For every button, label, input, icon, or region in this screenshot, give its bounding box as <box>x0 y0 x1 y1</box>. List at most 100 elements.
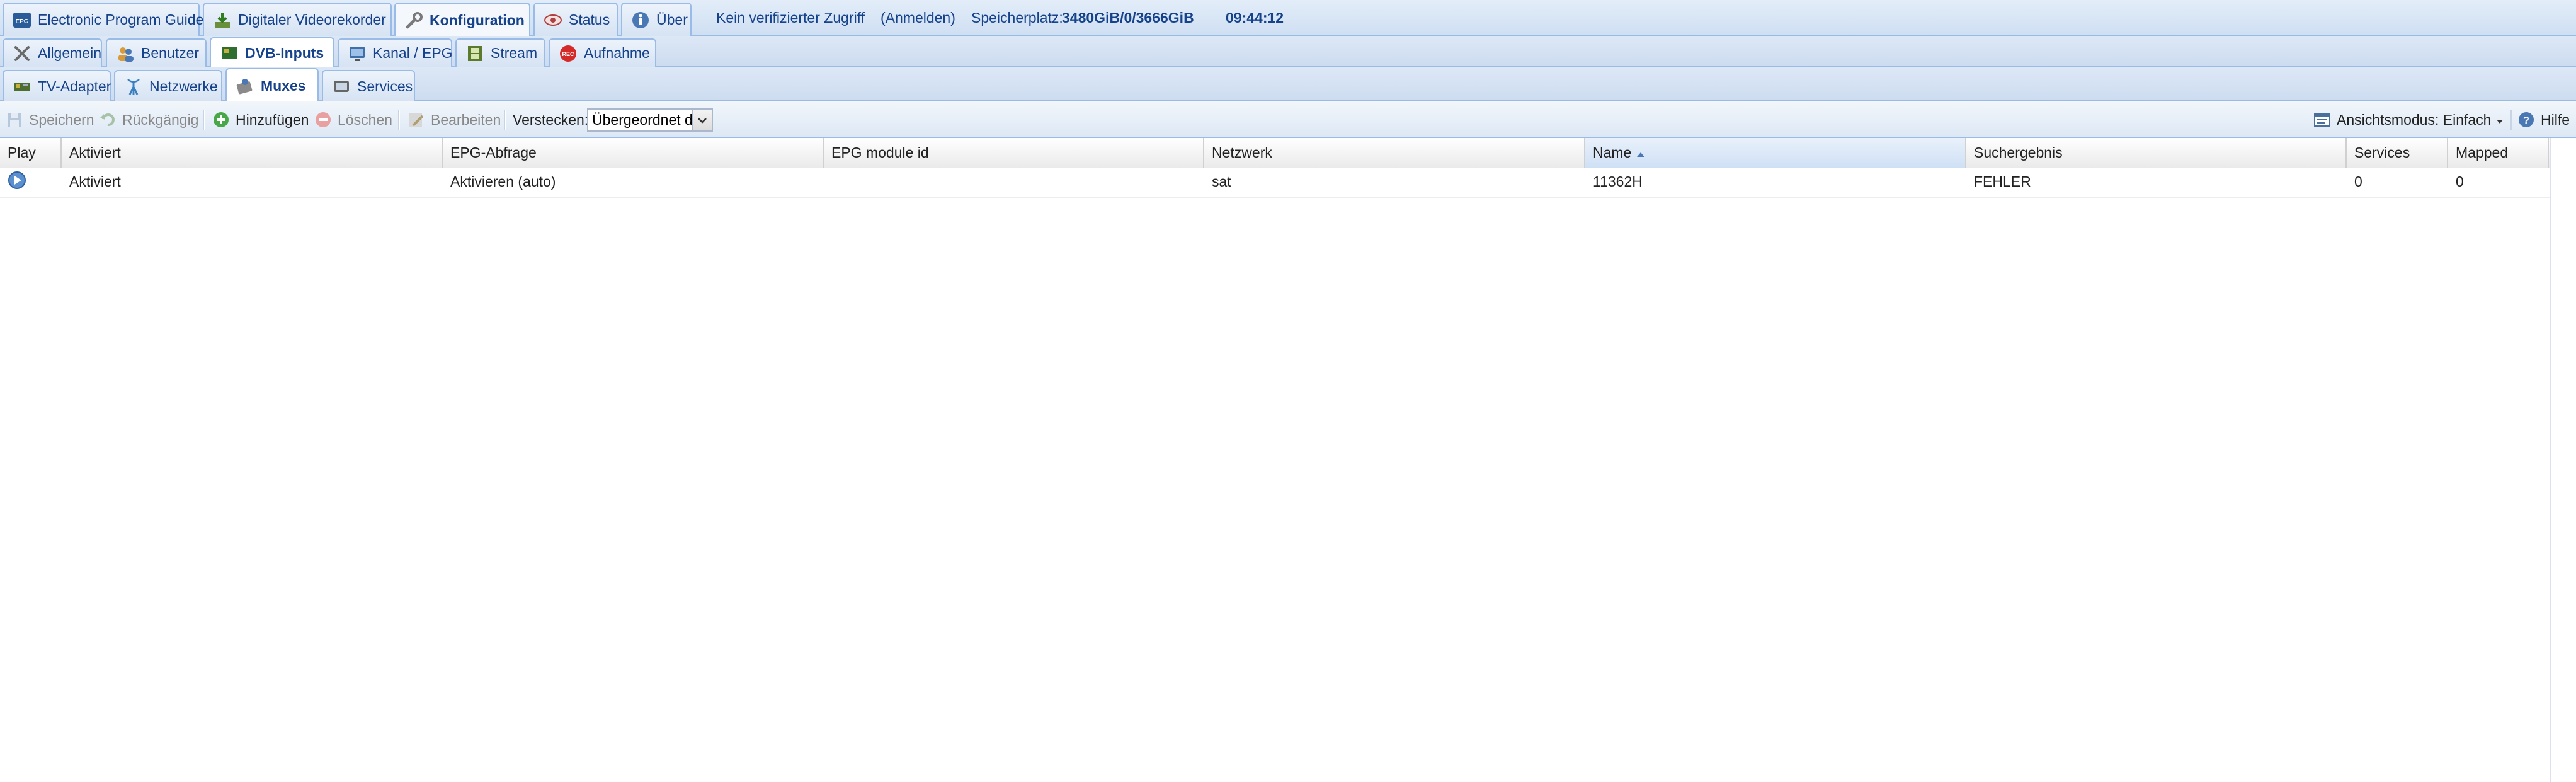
eye-icon <box>544 11 562 30</box>
tab-epg[interactable]: EPG Electronic Program Guide <box>3 3 204 36</box>
tab-allgemein[interactable]: Allgemein <box>3 38 102 67</box>
hide-filter-label: Verstecken: <box>513 111 589 128</box>
column-header-play[interactable]: Play <box>0 138 62 168</box>
column-header-mapped[interactable]: Mapped <box>2448 138 2549 168</box>
tab-konfiguration[interactable]: Konfiguration <box>394 3 530 37</box>
tab-tv-adapter[interactable]: TV-Adapter <box>3 70 111 101</box>
tab-netzwerke[interactable]: Netzwerke <box>114 70 222 101</box>
edit-button[interactable]: Bearbeiten <box>407 101 501 138</box>
view-mode-label: Ansichtsmodus: Einfach <box>2337 111 2492 128</box>
view-mode-icon <box>2313 110 2332 129</box>
toolbar-separator <box>2510 110 2512 130</box>
tab-aufnahme[interactable]: REC Aufnahme <box>549 38 656 67</box>
users-icon <box>116 44 135 63</box>
cell-epg-module-id <box>824 168 1204 196</box>
column-header-name-label: Name <box>1593 144 1632 161</box>
tab-ueber[interactable]: Über <box>621 3 692 36</box>
epg-icon: EPG <box>13 11 31 30</box>
tab-kanal-epg-label: Kanal / EPG <box>373 45 453 61</box>
tab-benutzer[interactable]: Benutzer <box>106 38 207 67</box>
add-button[interactable]: Hinzufügen <box>212 101 309 138</box>
film-icon <box>465 44 484 63</box>
tab-ueber-label: Über <box>656 11 688 28</box>
svg-text:?: ? <box>2523 115 2529 126</box>
tab-services[interactable]: Services <box>322 70 415 101</box>
tab-tv-adapter-label: TV-Adapter <box>38 78 111 95</box>
column-header-services[interactable]: Services <box>2347 138 2448 168</box>
tab-stream-label: Stream <box>491 45 538 61</box>
chevron-down-icon[interactable] <box>692 110 712 130</box>
toolbar-separator <box>203 110 205 130</box>
delete-button[interactable]: Löschen <box>314 101 392 138</box>
help-button[interactable]: ? Hilfe <box>2517 101 2570 138</box>
tab-dvb-inputs-label: DVB-Inputs <box>245 44 324 61</box>
tv-card-icon <box>220 43 239 62</box>
save-label: Speichern <box>29 111 94 128</box>
edit-icon <box>407 110 426 129</box>
wrench-icon <box>404 11 423 30</box>
tab-services-label: Services <box>357 78 413 95</box>
access-status: Kein verifizierter Zugriff <box>716 9 865 26</box>
save-button[interactable]: Speichern <box>5 101 94 138</box>
column-header-aktiviert[interactable]: Aktiviert <box>62 138 443 168</box>
cell-name: 11362H <box>1593 173 1643 190</box>
storage-value: 3480GiB/0/3666GiB <box>1062 9 1194 26</box>
tab-muxes-label: Muxes <box>261 77 306 94</box>
column-header-suchergebnis[interactable]: Suchergebnis <box>1966 138 2347 168</box>
tab-muxes[interactable]: Muxes <box>225 68 319 102</box>
column-header-name[interactable]: Name <box>1585 138 1966 168</box>
delete-label: Löschen <box>338 111 392 128</box>
tab-dvb-inputs[interactable]: DVB-Inputs <box>210 37 334 67</box>
tab-allgemein-label: Allgemein <box>38 45 101 61</box>
tab-benutzer-label: Benutzer <box>141 45 200 61</box>
view-mode-button[interactable]: Ansichtsmodus: Einfach <box>2313 101 2504 138</box>
cell-aktiviert: Aktiviert <box>69 173 121 190</box>
tab-status-label: Status <box>569 11 610 28</box>
info-icon <box>631 11 650 30</box>
grid-header: Play Aktiviert EPG-Abfrage EPG module id… <box>0 138 2576 169</box>
tv-icon <box>332 77 351 96</box>
delete-icon <box>314 110 333 129</box>
add-label: Hinzufügen <box>236 111 309 128</box>
cell-mapped: 0 <box>2456 173 2464 190</box>
mux-icon <box>236 76 254 95</box>
tab-stream[interactable]: Stream <box>455 38 545 67</box>
tab-kanal-epg[interactable]: Kanal / EPG <box>338 38 453 67</box>
hide-filter-select[interactable]: Übergeordnet d <box>587 108 713 132</box>
help-label: Hilfe <box>2541 111 2570 128</box>
tab-epg-label: Electronic Program Guide <box>38 11 204 28</box>
svg-text:REC: REC <box>562 51 574 57</box>
sort-ascending-icon <box>1636 144 1645 161</box>
monitor-icon <box>348 44 367 63</box>
add-icon <box>212 110 231 129</box>
toolbar-separator <box>398 110 400 130</box>
adapter-icon <box>13 77 31 96</box>
column-header-epg-module-id[interactable]: EPG module id <box>824 138 1204 168</box>
tab-dvr-label: Digitaler Videorekorder <box>238 11 386 28</box>
column-header-epg-abfrage[interactable]: EPG-Abfrage <box>443 138 824 168</box>
tab-netzwerke-label: Netzwerke <box>149 78 218 95</box>
help-icon: ? <box>2517 110 2536 129</box>
tab-dvr[interactable]: Digitaler Videorekorder <box>203 3 392 36</box>
tab-aufnahme-label: Aufnahme <box>584 45 650 61</box>
table-row[interactable]: Aktiviert Aktivieren (auto) sat 11362H F… <box>0 168 2551 198</box>
edit-label: Bearbeiten <box>431 111 501 128</box>
column-header-netzwerk[interactable]: Netzwerk <box>1204 138 1585 168</box>
tab-status[interactable]: Status <box>533 3 618 36</box>
cell-epg-abfrage: Aktivieren (auto) <box>450 173 556 190</box>
cell-netzwerk: sat <box>1212 173 1231 190</box>
caret-down-icon <box>2496 112 2504 129</box>
undo-icon <box>98 110 117 129</box>
undo-button[interactable]: Rückgängig <box>98 101 198 138</box>
clock: 09:44:12 <box>1226 9 1284 26</box>
svg-text:EPG: EPG <box>15 18 28 25</box>
vertical-scrollbar[interactable] <box>2550 138 2576 782</box>
download-icon <box>213 11 232 30</box>
login-link[interactable]: (Anmelden) <box>881 0 955 36</box>
tools-icon <box>13 44 31 63</box>
rec-icon: REC <box>559 44 578 63</box>
save-icon <box>5 110 24 129</box>
play-cell <box>0 168 62 196</box>
hide-filter-value: Übergeordnet d <box>592 112 692 128</box>
play-icon[interactable] <box>8 171 26 193</box>
